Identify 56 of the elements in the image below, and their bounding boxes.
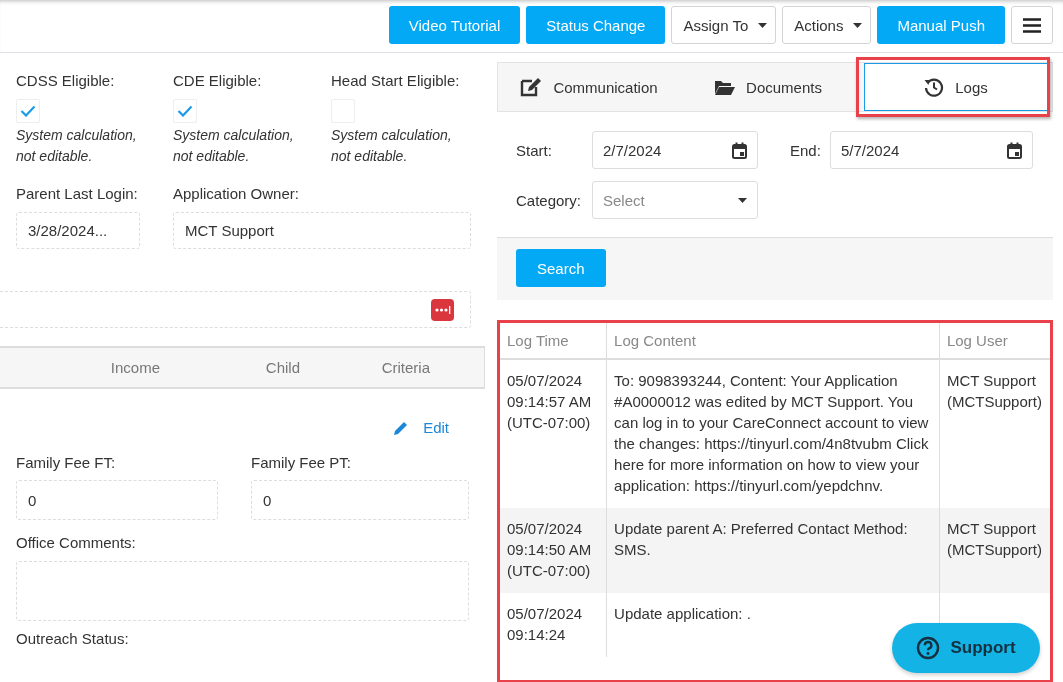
- column-header: Log Time: [500, 323, 607, 359]
- section-tab[interactable]: Child: [265, 359, 300, 376]
- section-tab[interactable]: Criteria: [381, 359, 430, 376]
- field-label: CDE Eligible:: [173, 72, 263, 89]
- comments-field[interactable]: [16, 561, 469, 621]
- column-header: Log User: [939, 323, 1050, 359]
- pencil-icon: [393, 419, 410, 436]
- field-label: Application Owner:: [173, 185, 300, 202]
- hint-text: System calculation, not editable.: [16, 126, 138, 166]
- calendar-icon[interactable]: [1007, 141, 1022, 159]
- dropdown-button[interactable]: Actions: [782, 6, 872, 44]
- edit-square-icon: [520, 77, 543, 97]
- field-label: Category:: [516, 191, 583, 209]
- field-label: Outreach Status:: [15, 629, 130, 646]
- caret-icon: [853, 22, 863, 28]
- check-icon: [177, 105, 193, 117]
- column-header: Log Content: [606, 323, 940, 359]
- menu-icon: [1023, 17, 1041, 33]
- panel-tab[interactable]: Communication: [498, 63, 680, 111]
- field-label: Family Fee FT:: [16, 454, 117, 471]
- support-button[interactable]: Support: [892, 623, 1040, 673]
- folder-icon: [714, 78, 736, 96]
- readonly-field: MCT Support: [173, 212, 471, 249]
- more-icon[interactable]: [431, 298, 454, 321]
- caret-icon: [738, 197, 747, 203]
- check-icon: [20, 105, 36, 117]
- field-label: Start:: [516, 141, 553, 159]
- menu-button[interactable]: [1011, 6, 1053, 44]
- table-cell: MCT Support (MCTSupport): [939, 359, 1050, 508]
- date-field[interactable]: 5/7/2024: [830, 131, 1033, 169]
- history-icon: [924, 77, 945, 97]
- field-label: CDSS Eligible:: [16, 72, 116, 89]
- dropdown-button[interactable]: Assign To: [671, 6, 777, 44]
- section-tab[interactable]: Income: [110, 359, 160, 376]
- category-dropdown[interactable]: Select: [592, 181, 758, 219]
- table-cell: 05/07/2024 09:14:50 AM (UTC-07:00): [500, 508, 607, 593]
- caret-icon: [758, 22, 768, 28]
- date-field[interactable]: 2/7/2024: [592, 131, 758, 169]
- panel-tab[interactable]: Documents: [680, 63, 856, 111]
- field-label: Family Fee PT:: [251, 454, 353, 471]
- hint-text: System calculation, not editable.: [173, 126, 295, 166]
- field-label: Parent Last Login:: [16, 185, 139, 202]
- table-cell: MCT Support (MCTSupport): [939, 508, 1050, 593]
- table-cell: 05/07/2024 09:14:24: [500, 593, 607, 657]
- field-label: End:: [790, 141, 822, 159]
- hint-text: System calculation, not editable.: [331, 126, 453, 166]
- help-icon: [916, 636, 941, 660]
- table-cell: Update parent A: Preferred Contact Method: SMS.: [606, 508, 940, 593]
- field-label: Office Comments:: [16, 534, 137, 551]
- readonly-field: 3/28/2024...: [16, 212, 140, 249]
- input-field[interactable]: 0: [16, 480, 218, 520]
- edit-link[interactable]: Edit: [393, 419, 449, 436]
- field-label: Head Start Eligible:: [331, 72, 461, 89]
- calendar-icon[interactable]: [732, 141, 747, 159]
- input-field[interactable]: 0: [251, 480, 469, 520]
- panel-tab[interactable]: Logs: [864, 63, 1048, 111]
